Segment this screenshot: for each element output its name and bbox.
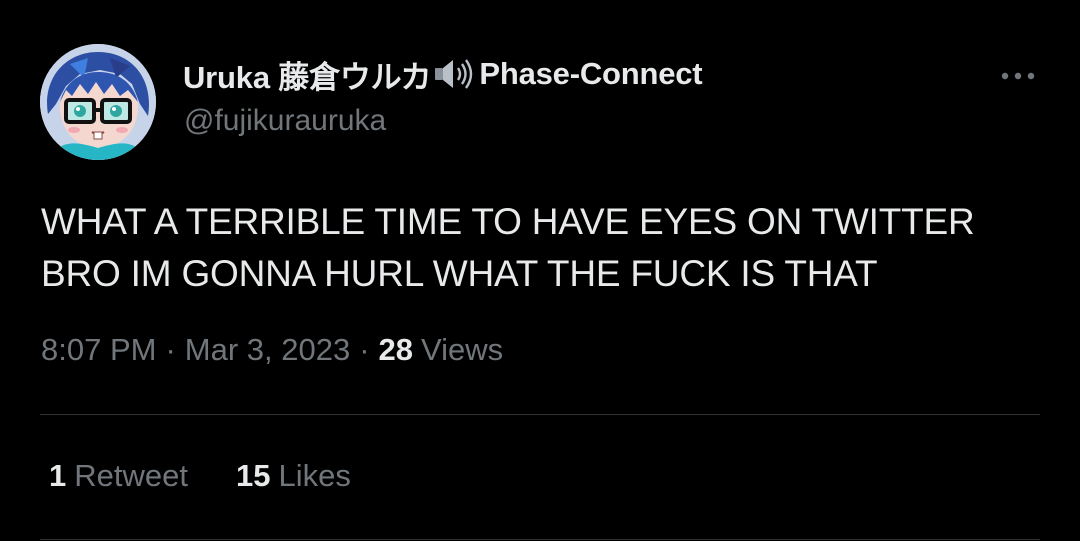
- metadata-separator: ·: [359, 332, 370, 367]
- author-display-name-suffix[interactable]: Phase-Connect: [479, 56, 702, 92]
- tweet-time[interactable]: 8:07 PM: [41, 332, 156, 368]
- avatar[interactable]: [40, 44, 156, 160]
- retweets-count: 1: [49, 458, 67, 493]
- retweets-label: Retweet: [74, 458, 188, 493]
- author-handle[interactable]: @fujikurauruka: [184, 104, 386, 138]
- tweet-date[interactable]: Mar 3, 2023: [185, 332, 350, 368]
- speaker-volume-icon: [433, 57, 477, 91]
- metadata-separator: ·: [165, 332, 176, 367]
- author-name-row[interactable]: Uruka 藤倉ウルカ Phase-Connect: [183, 52, 703, 97]
- views-label: Views: [421, 332, 504, 367]
- retweets-stat[interactable]: 1 Retweet: [49, 458, 188, 494]
- likes-count: 15: [235, 458, 271, 493]
- avatar-image: [40, 44, 156, 160]
- tweet-text-line: BRO IM GONNA HURL WHAT THE FUCK IS THAT: [41, 253, 878, 294]
- more-options-icon[interactable]: [996, 64, 1040, 88]
- tweet-text: WHAT A TERRIBLE TIME TO HAVE EYES ON TWI…: [41, 196, 1041, 300]
- engagement-stats: 1 Retweet 15 Likes: [49, 458, 351, 494]
- author-display-name[interactable]: Uruka 藤倉ウルカ: [183, 52, 432, 97]
- tweet-metadata: 8:07 PM · Mar 3, 2023 · 28 Views: [41, 332, 503, 368]
- views-count: 28: [378, 332, 414, 367]
- likes-stat[interactable]: 15 Likes: [236, 458, 351, 494]
- likes-label: Likes: [278, 458, 351, 493]
- tweet-text-line: WHAT A TERRIBLE TIME TO HAVE EYES ON TWI…: [41, 201, 975, 242]
- tweet-detail: Uruka 藤倉ウルカ Phase-Connect @fujikurauruka…: [0, 0, 1080, 541]
- divider: [40, 414, 1040, 415]
- divider: [40, 539, 1040, 540]
